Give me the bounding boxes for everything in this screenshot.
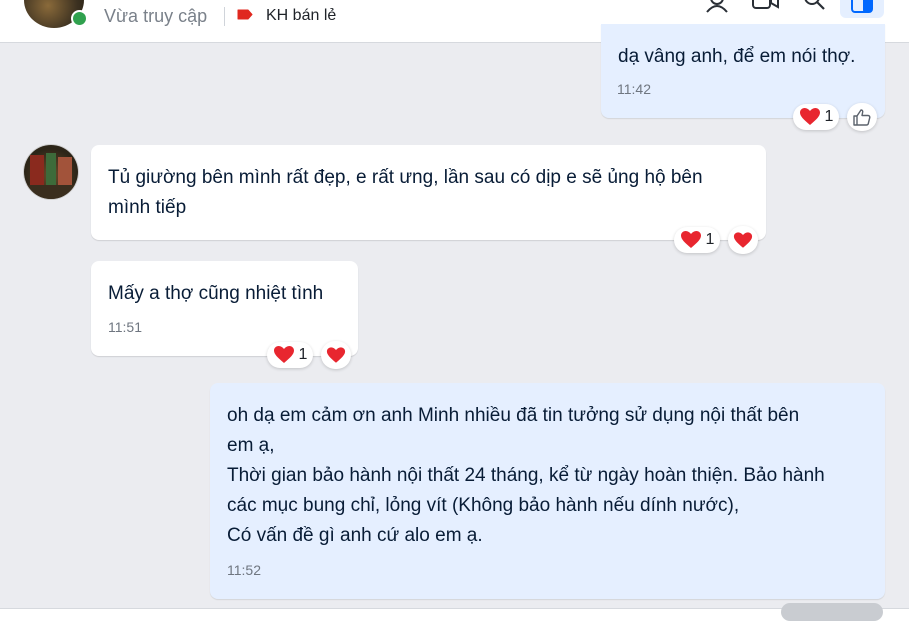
heart-icon (799, 108, 820, 125)
heart-icon (733, 231, 753, 248)
message-text: Mấy a thợ cũng nhiệt tình (108, 283, 324, 304)
reaction-count: 1 (824, 108, 834, 125)
sidebar-toggle-icon (851, 0, 873, 13)
sender-avatar[interactable] (24, 145, 78, 199)
message-time: 11:52 (227, 562, 261, 578)
message-time: 11:42 (617, 81, 651, 97)
scroll-to-bottom-button[interactable] (781, 603, 883, 621)
heart-icon (273, 346, 294, 363)
like-button[interactable] (847, 103, 877, 131)
message-bubble-received[interactable]: Tủ giường bên mình rất đẹp, e rất ưng, l… (91, 145, 766, 240)
sidebar-toggle-button[interactable] (840, 0, 884, 18)
last-seen-status: Vừa truy cập (104, 6, 208, 26)
heart-icon (326, 346, 346, 363)
message-bubble-sent[interactable]: oh dạ em cảm ơn anh Minh nhiều đã tin tư… (210, 383, 885, 599)
avatar-image (24, 153, 78, 199)
reaction-count: 1 (705, 231, 715, 248)
message-text: Tủ giường bên mình rất đẹp, e rất ưng, l… (108, 167, 703, 218)
video-call-icon[interactable] (750, 0, 780, 16)
message-text: oh dạ em cảm ơn anh Minh nhiều đã tin tư… (227, 405, 825, 546)
heart-icon (680, 231, 701, 248)
search-icon[interactable] (800, 0, 830, 16)
header-divider (224, 7, 225, 26)
online-status-dot (71, 10, 88, 27)
reaction-count: 1 (298, 346, 308, 363)
message-text: dạ vâng anh, để em nói thợ. (618, 46, 856, 67)
contact-icon[interactable] (702, 0, 732, 16)
message-bubble-sent[interactable]: dạ vâng anh, để em nói thợ. 11:42 (601, 24, 885, 118)
tag-icon (237, 9, 253, 20)
heart-react-button[interactable] (728, 226, 758, 254)
composer-area (0, 608, 909, 622)
reaction-summary[interactable]: 1 (267, 342, 313, 368)
reaction-summary[interactable]: 1 (793, 104, 839, 130)
thumbs-up-icon (853, 108, 871, 126)
customer-tag-label[interactable]: KH bán lẻ (266, 7, 336, 25)
message-bubble-received[interactable]: Mấy a thợ cũng nhiệt tình 11:51 (91, 261, 358, 356)
heart-react-button[interactable] (321, 341, 351, 369)
reaction-summary[interactable]: 1 (674, 227, 720, 253)
message-time: 11:51 (108, 319, 142, 335)
